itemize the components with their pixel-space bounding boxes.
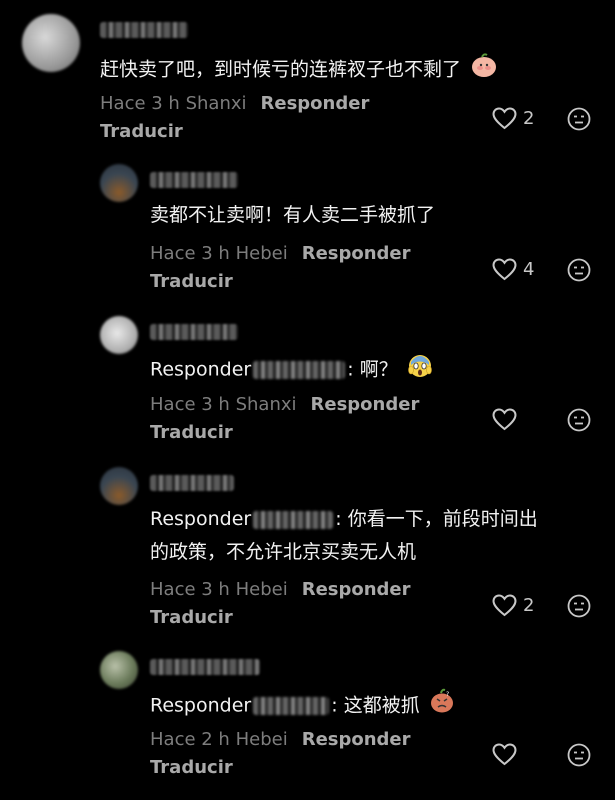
comment-meta: Hace 3 h Shanxi Responder xyxy=(100,93,370,114)
username-blurred[interactable] xyxy=(100,22,188,38)
like-count: 4 xyxy=(523,259,535,280)
comment-text: Responder: 你看一下，前段时间出 xyxy=(150,508,538,530)
like-button[interactable]: 2 xyxy=(492,594,534,617)
translate-button[interactable]: Traducir xyxy=(150,422,233,443)
mentioned-user-blurred[interactable] xyxy=(253,697,330,715)
reply-button[interactable]: Responder xyxy=(261,93,370,114)
translate-button[interactable]: Traducir xyxy=(150,757,233,778)
peach-face-emoji-icon xyxy=(470,52,498,88)
like-button[interactable]: 2 xyxy=(492,107,534,130)
mentioned-user-blurred[interactable] xyxy=(253,510,334,529)
avatar[interactable] xyxy=(100,467,138,505)
avatar[interactable] xyxy=(100,651,138,689)
reply-button[interactable]: Responder xyxy=(302,729,411,750)
username-blurred[interactable] xyxy=(150,659,260,675)
svg-text:?: ? xyxy=(446,691,449,698)
comment-meta: Hace 3 h Hebei Responder xyxy=(150,579,411,600)
reply-button[interactable]: Responder xyxy=(302,243,411,264)
angry-peach-emoji-icon: ? xyxy=(429,688,455,724)
heart-icon xyxy=(492,107,517,130)
heart-icon xyxy=(492,408,517,431)
comment-3: Responder: 啊？ Hace 3 h Shanxi Responder T… xyxy=(0,312,615,452)
comment-text: Responder: 这都被抓 ? xyxy=(150,688,455,724)
comment-1: 赶快卖了吧，到时候亏的连裤衩子也不剩了 Hace 3 h Shanxi Respo… xyxy=(0,0,615,150)
username-blurred[interactable] xyxy=(150,172,238,188)
comment-4: Responder: 你看一下，前段时间出 的政策，不允许北京买卖无人机 Hac… xyxy=(0,463,615,643)
dislike-face-icon[interactable] xyxy=(567,594,591,618)
like-button[interactable] xyxy=(492,743,523,766)
dislike-face-icon[interactable] xyxy=(567,258,591,282)
comment-meta: Hace 2 h Hebei Responder xyxy=(150,729,411,750)
like-button[interactable]: 4 xyxy=(492,258,534,281)
reply-button[interactable]: Responder xyxy=(311,394,420,415)
reply-button[interactable]: Responder xyxy=(302,579,411,600)
dislike-face-icon[interactable] xyxy=(567,107,591,131)
scream-face-emoji-icon xyxy=(407,352,433,388)
translate-button[interactable]: Traducir xyxy=(150,271,233,292)
comment-2: 卖都不让卖啊！有人卖二手被抓了 Hace 3 h Hebei Responder … xyxy=(0,160,615,300)
translate-button[interactable]: Traducir xyxy=(100,121,183,142)
heart-icon xyxy=(492,258,517,281)
comment-text: 卖都不让卖啊！有人卖二手被抓了 xyxy=(150,204,436,226)
username-blurred[interactable] xyxy=(150,324,238,340)
dislike-face-icon[interactable] xyxy=(567,408,591,432)
comment-5: Responder: 这都被抓 ? Hace 2 h Hebei Responde… xyxy=(0,649,615,799)
comment-text-line2: 的政策，不允许北京买卖无人机 xyxy=(150,541,417,563)
translate-button[interactable]: Traducir xyxy=(150,607,233,628)
comment-meta: Hace 3 h Hebei Responder xyxy=(150,243,411,264)
username-blurred[interactable] xyxy=(150,475,234,491)
mentioned-user-blurred[interactable] xyxy=(253,361,346,379)
dislike-face-icon[interactable] xyxy=(567,743,591,767)
comment-text: Responder: 啊？ xyxy=(150,352,433,388)
like-count: 2 xyxy=(523,595,535,616)
comment-meta: Hace 3 h Shanxi Responder xyxy=(150,394,420,415)
avatar[interactable] xyxy=(100,316,138,354)
avatar[interactable] xyxy=(100,164,138,202)
heart-icon xyxy=(492,743,517,766)
avatar[interactable] xyxy=(22,14,80,72)
comment-text: 赶快卖了吧，到时候亏的连裤衩子也不剩了 xyxy=(100,52,498,88)
like-count: 2 xyxy=(523,108,535,129)
like-button[interactable] xyxy=(492,408,523,431)
heart-icon xyxy=(492,594,517,617)
